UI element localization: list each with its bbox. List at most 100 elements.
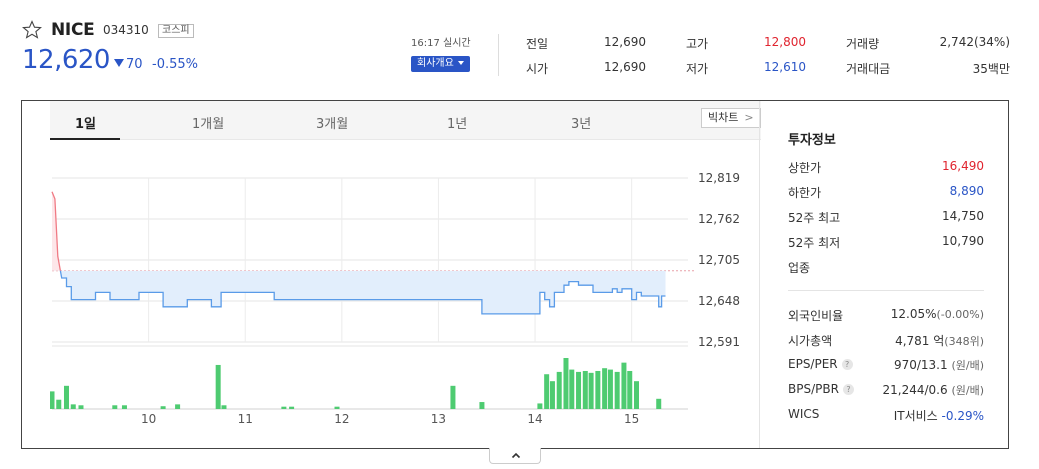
volume-bar [634, 381, 640, 409]
volume-bar [569, 369, 575, 409]
foreign-ratio-value: 12.05%(-0.00%) [891, 307, 984, 321]
volume-bar [121, 405, 127, 409]
x-tick-label: 14 [527, 412, 542, 426]
chevron-up-icon [511, 452, 521, 459]
header-divider [498, 34, 499, 76]
volume-bar [56, 399, 62, 409]
volume-bar [289, 406, 295, 409]
panel-divider [759, 101, 760, 448]
tab-3year[interactable]: 3년 [571, 113, 591, 132]
bps-pbr-value: 21,244/0.6 (원/배) [883, 382, 984, 398]
bps-pbr-main: 21,244/0.6 [882, 383, 948, 397]
stock-code: 034310 [103, 23, 149, 37]
tab-1year[interactable]: 1년 [447, 113, 467, 132]
volume-bar [556, 371, 562, 409]
eps-per-label: EPS/PER? [788, 357, 853, 371]
market-badge: 코스피 [158, 24, 194, 38]
y-tick-label: 12,762 [698, 212, 740, 226]
trade-amount-value: 35백만 [972, 62, 1010, 76]
volume-bar [656, 398, 662, 409]
volume-bar [215, 364, 221, 409]
price-change: 70 [126, 57, 143, 72]
upper-limit-label: 상한가 [788, 161, 822, 175]
volume-bar [221, 405, 227, 409]
open-value: 12,690 [604, 60, 646, 74]
volume-label: 거래량 [846, 37, 880, 51]
eps-per-unit: (원/배) [951, 359, 984, 372]
volume-bar [614, 371, 620, 409]
open-label: 시가 [526, 62, 549, 76]
big-chart-button[interactable]: 빅차트 > [701, 108, 761, 128]
high-value: 12,800 [764, 35, 806, 49]
y-tick-label: 12,648 [698, 294, 740, 308]
volume-bar [78, 405, 84, 409]
collapse-button[interactable] [489, 448, 541, 464]
eps-per-main: 970/13.1 [893, 358, 948, 372]
investment-info-title: 투자정보 [788, 133, 836, 148]
wics-label: WICS [788, 407, 820, 421]
sector-label: 업종 [788, 261, 811, 275]
52week-low-label: 52주 최저 [788, 236, 841, 250]
x-tick-label: 10 [141, 412, 156, 426]
tab-1month[interactable]: 1개월 [192, 113, 224, 132]
trade-amount-label: 거래대금 [846, 62, 891, 76]
realtime-label: 16:17 실시간 [411, 38, 471, 49]
volume-bar [607, 369, 613, 409]
tab-3month[interactable]: 3개월 [316, 113, 348, 132]
stock-name: NICE [51, 20, 95, 40]
volume-bar [50, 391, 55, 409]
foreign-ratio-sub: (-0.00%) [936, 308, 985, 321]
bps-pbr-label: BPS/PBR? [788, 382, 854, 396]
active-tab-underline [50, 138, 120, 140]
chart-panel: 1일 1개월 3개월 1년 3년 빅차트 > 12,819 12,762 12,705… [21, 100, 1009, 449]
52week-high-label: 52주 최고 [788, 211, 841, 225]
volume-bar [63, 385, 69, 409]
caret-down-icon [457, 61, 464, 65]
price-area-below [60, 270, 666, 314]
volume-bar [70, 404, 76, 409]
tab-1day[interactable]: 1일 [75, 113, 96, 132]
y-tick-label: 12,819 [698, 171, 740, 185]
y-tick-label: 12,591 [698, 335, 740, 349]
x-tick-label: 13 [431, 412, 446, 426]
company-overview-button[interactable]: 회사개요 [411, 56, 470, 72]
foreign-ratio-label: 외국인비율 [788, 309, 844, 323]
volume-bar [602, 368, 608, 409]
bps-pbr-text: BPS/PBR [788, 382, 839, 396]
x-tick-label: 11 [238, 412, 253, 426]
volume-value: 2,742(34%) [939, 35, 1010, 49]
company-overview-label: 회사개요 [417, 58, 454, 69]
current-price: 12,620 [22, 45, 110, 75]
favorite-star-icon[interactable] [22, 20, 42, 40]
high-label: 고가 [686, 37, 709, 51]
volume-bar [588, 372, 594, 409]
volume-bar [595, 370, 601, 409]
bps-pbr-unit: (원/배) [951, 384, 984, 397]
volume-bar [479, 402, 485, 409]
low-label: 저가 [686, 62, 709, 76]
volume-bar [563, 358, 569, 409]
volume-bar [627, 370, 633, 409]
intraday-chart[interactable]: 12,819 12,762 12,705 12,648 12,591 10 11 12 13 14… [50, 141, 755, 446]
market-cap-value: 4,781 억(348위) [895, 332, 984, 349]
volume-bar [160, 406, 166, 409]
help-icon[interactable]: ? [842, 384, 854, 395]
volume-bar [112, 405, 118, 409]
volume-bar [621, 362, 627, 409]
upper-limit-value: 16,490 [942, 159, 984, 173]
eps-per-text: EPS/PER [788, 357, 838, 371]
prev-close-label: 전일 [526, 37, 549, 51]
volume-bar [281, 406, 287, 409]
52week-low-value: 10,790 [942, 234, 984, 248]
x-tick-label: 15 [624, 412, 639, 426]
volume-bar [537, 403, 543, 409]
volume-bar [175, 404, 181, 409]
info-divider [788, 290, 984, 291]
market-cap-rank: (348위) [944, 335, 984, 348]
big-chart-label: 빅차트 [708, 111, 739, 124]
market-cap-label: 시가총액 [788, 334, 833, 348]
wics-value[interactable]: IT서비스 -0.29% [894, 407, 984, 424]
lower-limit-value: 8,890 [949, 184, 984, 198]
help-icon[interactable]: ? [841, 359, 853, 370]
prev-close-value: 12,690 [604, 35, 646, 49]
